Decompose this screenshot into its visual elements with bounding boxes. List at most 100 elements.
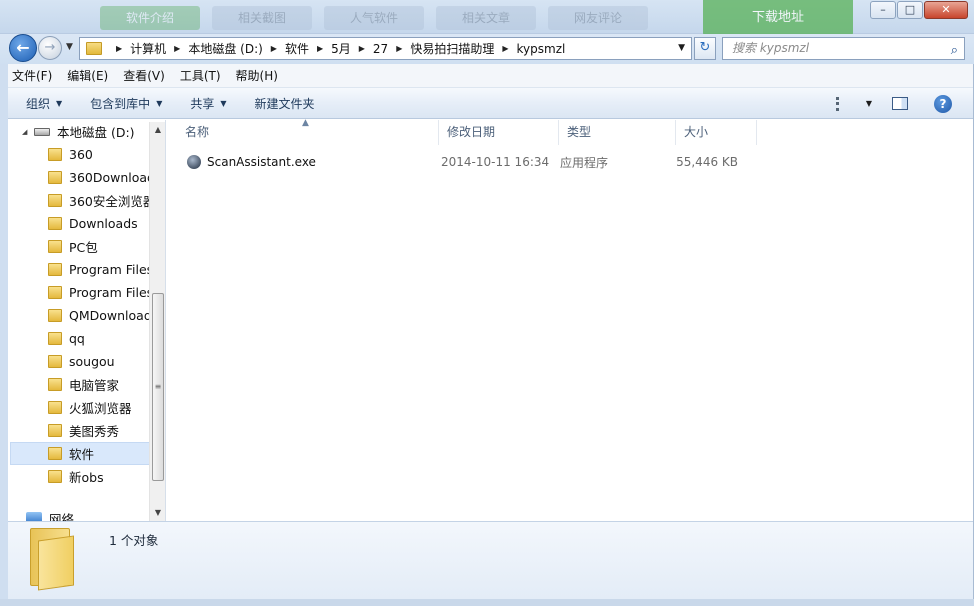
address-bar[interactable]: ▶ 计算机 ▶ 本地磁盘 (D:) ▶ 软件 ▶ 5月 ▶ 27 ▶ 快易拍扫描…: [79, 37, 692, 60]
folder-icon: [48, 240, 62, 253]
close-button[interactable]: ✕: [924, 1, 968, 19]
tree-label: 网络: [49, 511, 75, 522]
folder-icon: [48, 401, 62, 414]
breadcrumb-computer[interactable]: 计算机: [130, 40, 166, 57]
tree-label: QMDownload: [69, 308, 152, 323]
menu-help[interactable]: 帮助(H): [236, 67, 278, 84]
breadcrumb-month[interactable]: 5月: [331, 40, 351, 57]
expand-icon[interactable]: ◢: [22, 128, 32, 136]
tree-label: 本地磁盘 (D:): [57, 125, 135, 140]
large-folder-icon: [30, 528, 74, 591]
tree-label: 360安全浏览器: [69, 194, 156, 209]
chevron-right-icon[interactable]: ▶: [359, 44, 365, 53]
include-label: 包含到库中: [90, 96, 151, 111]
folder-icon: [48, 424, 62, 437]
tree-label: 360Download: [69, 170, 155, 185]
window-frame-left: [0, 64, 8, 599]
breadcrumb-current[interactable]: kypsmzl: [517, 42, 566, 56]
tree-label: Downloads: [69, 216, 138, 231]
bg-tab: 人气软件: [324, 6, 424, 30]
folder-icon: [48, 148, 62, 161]
help-icon[interactable]: ?: [934, 94, 952, 113]
breadcrumb-day[interactable]: 27: [373, 42, 388, 56]
file-row[interactable]: ScanAssistant.exe 2014-10-11 16:34 应用程序 …: [167, 151, 760, 173]
preview-pane-icon[interactable]: [892, 97, 908, 110]
organize-label: 组织: [26, 96, 51, 111]
tree-label: PC包: [69, 240, 98, 255]
folder-front: [38, 535, 74, 591]
title-bar: 软件介绍 相关截图 人气软件 相关文章 网友评论 下载地址 – □ ✕: [0, 0, 974, 36]
minimize-button[interactable]: –: [870, 1, 896, 19]
tree-label: Program Files: [69, 262, 154, 277]
chevron-right-icon[interactable]: ▶: [116, 44, 122, 53]
view-dropdown-icon[interactable]: ▼: [866, 99, 872, 108]
chevron-right-icon[interactable]: ▶: [396, 44, 402, 53]
tree-label: 软件: [69, 447, 95, 462]
address-dropdown-icon[interactable]: ▼: [678, 43, 685, 53]
search-input[interactable]: 搜索 kypsmzl ⌕: [722, 37, 965, 60]
chevron-right-icon[interactable]: ▶: [174, 44, 180, 53]
file-name: ScanAssistant.exe: [207, 155, 316, 169]
chevron-right-icon[interactable]: ▶: [502, 44, 508, 53]
view-controls: ▼ ?: [835, 88, 974, 119]
folder-icon: [48, 194, 62, 207]
breadcrumb-app[interactable]: 快易拍扫描助理: [410, 40, 494, 57]
tree-item-drive[interactable]: ◢ 本地磁盘 (D:): [22, 120, 162, 143]
scrollbar-thumb[interactable]: ≡: [152, 293, 164, 481]
refresh-icon: ↻: [699, 40, 711, 55]
search-icon[interactable]: ⌕: [951, 40, 958, 61]
caret-down-icon: ▼: [56, 98, 63, 108]
file-size: 55,446 KB: [676, 155, 738, 169]
organize-button[interactable]: 组织 ▼: [26, 95, 62, 112]
nav-pane-scrollbar[interactable]: ▲ ≡ ▼: [149, 122, 165, 521]
chevron-right-icon[interactable]: ▶: [271, 44, 277, 53]
folder-icon: [48, 217, 62, 230]
tree-item-folder-selected[interactable]: 软件: [10, 442, 150, 465]
tree-label: 火狐浏览器: [69, 401, 132, 416]
menu-file[interactable]: 文件(F): [12, 67, 52, 84]
menu-edit[interactable]: 编辑(E): [67, 67, 108, 84]
share-button[interactable]: 共享 ▼: [190, 95, 226, 112]
menu-tools[interactable]: 工具(T): [180, 67, 221, 84]
view-options-icon[interactable]: [835, 96, 856, 111]
bg-tab: 网友评论: [548, 6, 648, 30]
back-button[interactable]: ←: [9, 34, 37, 62]
forward-button[interactable]: →: [38, 36, 62, 60]
column-label: 类型: [567, 125, 592, 139]
tree-item-network[interactable]: 网络: [26, 511, 165, 522]
tree-label: 美图秀秀: [69, 424, 120, 439]
folder-icon: [48, 263, 62, 276]
file-list: ▲ 名称 修改日期 类型 大小 ScanAssistant.exe 2014-1…: [167, 118, 973, 521]
menu-view[interactable]: 查看(V): [123, 67, 165, 84]
file-date: 2014-10-11 16:34: [441, 155, 550, 169]
window-controls: – □ ✕: [870, 1, 968, 19]
forward-arrow-icon: →: [44, 40, 56, 55]
breadcrumb-drive[interactable]: 本地磁盘 (D:): [188, 40, 262, 57]
maximize-button[interactable]: □: [897, 1, 923, 19]
column-header-date[interactable]: 修改日期: [439, 120, 559, 145]
share-label: 共享: [190, 96, 215, 111]
history-dropdown-icon[interactable]: ▼: [66, 42, 73, 52]
scroll-down-icon[interactable]: ▼: [150, 505, 166, 521]
new-folder-button[interactable]: 新建文件夹: [255, 95, 315, 112]
include-in-library-button[interactable]: 包含到库中 ▼: [90, 95, 162, 112]
file-type: 应用程序: [560, 155, 609, 170]
column-label: 名称: [185, 125, 210, 139]
caret-down-icon: ▼: [156, 98, 163, 108]
column-header-name[interactable]: ▲ 名称: [167, 118, 439, 145]
tree-label: 新obs: [69, 470, 104, 485]
folder-icon: [86, 42, 102, 55]
chevron-right-icon[interactable]: ▶: [317, 44, 323, 53]
folder-icon: [48, 309, 62, 322]
refresh-button[interactable]: ↻: [694, 37, 716, 60]
background-website-tabs: 软件介绍 相关截图 人气软件 相关文章 网友评论: [100, 6, 648, 32]
item-count: 1 个对象: [109, 533, 159, 548]
breadcrumb-software[interactable]: 软件: [285, 40, 309, 57]
background-download-button: 下载地址: [703, 0, 853, 36]
column-header-size[interactable]: 大小: [676, 120, 757, 145]
column-header-type[interactable]: 类型: [559, 120, 676, 145]
scroll-up-icon[interactable]: ▲: [150, 122, 166, 138]
column-label: 大小: [684, 125, 709, 139]
network-icon: [26, 512, 42, 521]
folder-icon: [48, 286, 62, 299]
